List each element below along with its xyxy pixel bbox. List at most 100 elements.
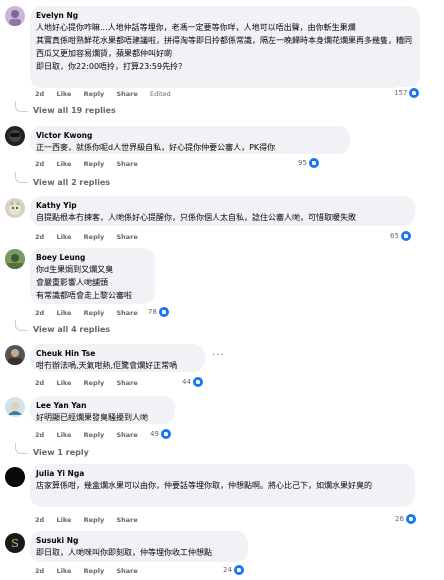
reply-button[interactable]: Reply: [84, 516, 105, 524]
avatar[interactable]: S: [5, 533, 25, 553]
comment-author[interactable]: Kathy Yip: [36, 200, 409, 211]
reaction-number: 78: [148, 308, 157, 316]
share-button[interactable]: Share: [116, 90, 137, 98]
comment-text: 店家算係咁，幾盒爛水果可以由你，仲要話等埋你取，仲想點啊。將心比己下，如爛水果好…: [36, 481, 372, 490]
comment-bubble: Evelyn Ng 人地好心提你咋嘛...人地仲話等埋你，老馮一定要等你咩，人地…: [30, 6, 420, 88]
avatar-image: [8, 402, 22, 415]
comment-text: 即日取，人哋咪叫你即刻取，仲等埋你收工仲想點: [36, 548, 212, 557]
like-button[interactable]: Like: [56, 567, 71, 575]
avatar[interactable]: [5, 345, 25, 365]
comment-author[interactable]: Susuki Ng: [36, 535, 242, 546]
reply-button[interactable]: Reply: [84, 431, 105, 439]
share-button[interactable]: Share: [116, 233, 137, 241]
comment-bubble: Susuki Ng 即日取，人哋咪叫你即刻取，仲等埋你收工仲想點: [30, 531, 248, 562]
comment-actions: 2d Like Reply Share Edited: [35, 90, 181, 98]
comment-time[interactable]: 2d: [35, 160, 44, 168]
comment-time[interactable]: 2d: [35, 516, 44, 524]
reply-button[interactable]: Reply: [84, 90, 105, 98]
comment-author[interactable]: Cheuk Hin Tse: [36, 348, 199, 359]
like-reaction-icon: [233, 565, 244, 575]
reaction-count[interactable]: 157: [392, 87, 422, 99]
avatar-image: [6, 468, 24, 486]
like-button[interactable]: Like: [56, 233, 71, 241]
comment-author[interactable]: Julia Yi Nga: [36, 468, 409, 479]
share-button[interactable]: Share: [116, 160, 137, 168]
reply-thread-line: [15, 172, 28, 183]
comment-author[interactable]: Evelyn Ng: [36, 10, 414, 21]
like-button[interactable]: Like: [56, 379, 71, 387]
avatar[interactable]: [5, 397, 25, 417]
share-button[interactable]: Share: [116, 516, 137, 524]
avatar-image: [5, 249, 25, 269]
reaction-count[interactable]: 44: [180, 376, 205, 388]
reply-button[interactable]: Reply: [84, 309, 105, 317]
reply-button[interactable]: Reply: [84, 233, 105, 241]
like-button[interactable]: Like: [56, 90, 71, 98]
like-reaction-icon: [192, 377, 203, 387]
reaction-count[interactable]: 24: [221, 564, 246, 576]
comment-time[interactable]: 2d: [35, 379, 44, 387]
avatar[interactable]: [5, 249, 25, 269]
like-button[interactable]: Like: [56, 160, 71, 168]
comment-author[interactable]: Victor Kwong: [36, 130, 344, 141]
like-button[interactable]: Like: [56, 309, 71, 317]
share-button[interactable]: Share: [116, 309, 137, 317]
share-button[interactable]: Share: [116, 431, 137, 439]
comment-time[interactable]: 2d: [35, 233, 44, 241]
avatar-image: [8, 349, 22, 365]
more-options-icon[interactable]: ···: [212, 350, 225, 361]
comment-text: 正一西麥，就係你呢d人世界級自私，好心提你仲要公審人，PK得你: [36, 143, 276, 152]
comment-text: 咁冇辦法喎,天氣咁熱,佢驚會爛好正常喎: [36, 361, 178, 370]
reaction-number: 65: [390, 232, 399, 240]
reply-button[interactable]: Reply: [84, 160, 105, 168]
reaction-count[interactable]: 26: [393, 513, 418, 525]
reaction-count[interactable]: 65: [388, 230, 413, 242]
view-replies-link[interactable]: View 1 reply: [33, 448, 89, 457]
comment-time[interactable]: 2d: [35, 309, 44, 317]
comment-time[interactable]: 2d: [35, 567, 44, 575]
like-reaction-icon: [158, 307, 169, 317]
reaction-number: 26: [395, 515, 404, 523]
comment-author[interactable]: Lee Yan Yan: [36, 400, 169, 411]
reply-button[interactable]: Reply: [84, 567, 105, 575]
avatar[interactable]: [5, 6, 25, 26]
comment-time[interactable]: 2d: [35, 431, 44, 439]
comment-text: 人地好心提你咋嘛...人地仲話等埋你，老馮一定要等你咩，人地可以唔出聲，由你斬生…: [36, 23, 412, 71]
avatar[interactable]: [5, 467, 25, 487]
comment-text: 好明顯已經爛果發臭騷擾到人哋: [36, 413, 148, 422]
svg-text:S: S: [11, 537, 19, 550]
comment-bubble: Cheuk Hin Tse 咁冇辦法喎,天氣咁熱,佢驚會爛好正常喎: [30, 344, 205, 372]
reply-thread-line: [15, 443, 28, 454]
avatar[interactable]: [5, 198, 25, 218]
view-replies-link[interactable]: View all 19 replies: [33, 106, 116, 115]
comment-actions: 2d Like Reply Share: [35, 379, 148, 387]
like-button[interactable]: Like: [56, 431, 71, 439]
comment-actions: 2d Like Reply Share: [35, 431, 148, 439]
avatar-image: [9, 130, 21, 142]
reaction-number: 95: [298, 159, 307, 167]
reply-button[interactable]: Reply: [84, 379, 105, 387]
view-replies-link[interactable]: View all 2 replies: [33, 178, 110, 187]
comment-bubble: Kathy Yip 自提點根本冇揀客，人哋係好心提醒你，只係你個人太自私，諗住公…: [30, 196, 415, 226]
comment-text: 自提點根本冇揀客，人哋係好心提醒你，只係你個人太自私，諗住公審人哋，可惜取暖失敗: [36, 213, 356, 222]
reaction-count[interactable]: 78: [146, 306, 171, 318]
comment-actions: 2d Like Reply Share: [35, 233, 148, 241]
comment-time[interactable]: 2d: [35, 90, 44, 98]
comment-author[interactable]: Boey Leung: [36, 252, 149, 263]
like-reaction-icon: [400, 231, 411, 241]
comment-actions: 2d Like Reply Share: [35, 567, 148, 575]
reaction-count[interactable]: 95: [296, 157, 321, 169]
like-button[interactable]: Like: [56, 516, 71, 524]
reply-thread-line: [15, 101, 28, 112]
comment-bubble: Julia Yi Nga 店家算係咁，幾盒爛水果可以由你，仲要話等埋你取，仲想點…: [30, 464, 415, 507]
share-button[interactable]: Share: [116, 567, 137, 575]
view-replies-link[interactable]: View all 4 replies: [33, 325, 110, 334]
avatar-image: S: [6, 534, 24, 552]
like-reaction-icon: [405, 514, 416, 524]
reaction-count[interactable]: 49: [148, 428, 173, 440]
avatar[interactable]: [5, 126, 25, 146]
comment-bubble: Boey Leung 你d生果焗到又爛又臭 會嚴重影響人哋舖頭 有常識都唔會走上…: [30, 248, 155, 304]
like-reaction-icon: [409, 88, 420, 98]
share-button[interactable]: Share: [116, 379, 137, 387]
reaction-number: 44: [182, 378, 191, 386]
